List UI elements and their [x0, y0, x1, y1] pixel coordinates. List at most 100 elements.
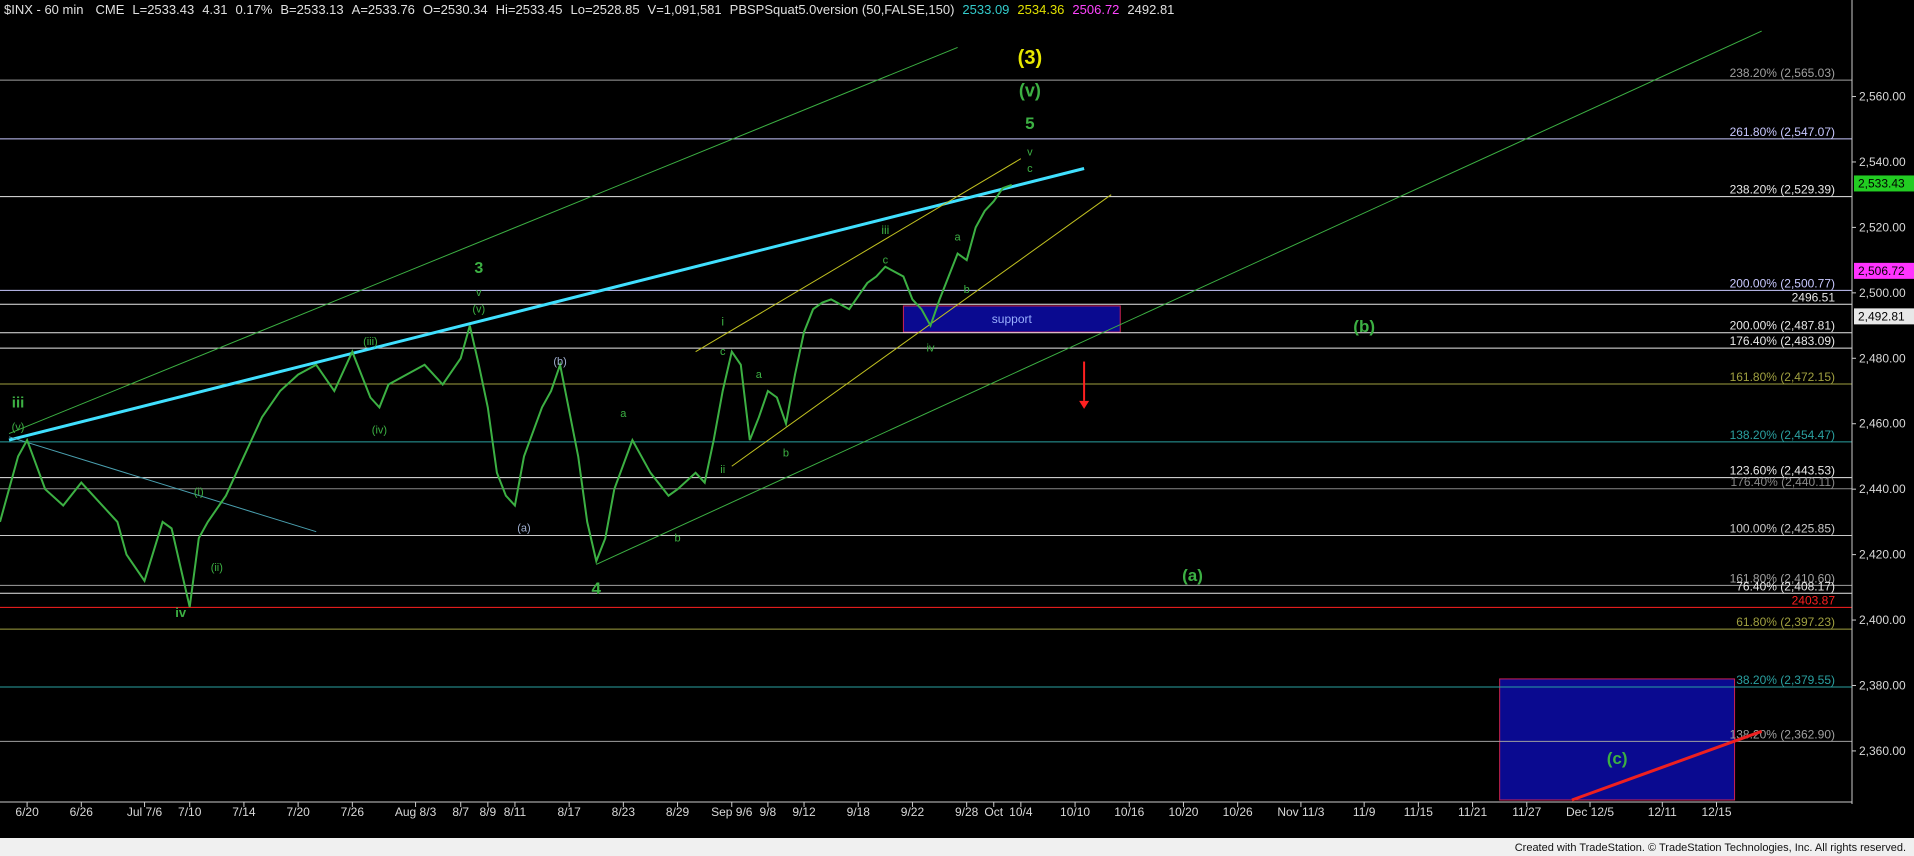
y-tick-label: 2,500.00 [1859, 286, 1906, 300]
y-tick-label: 2,480.00 [1859, 351, 1906, 365]
wave-label: c [883, 254, 889, 266]
x-tick-label: 7/20 [286, 805, 310, 819]
y-tick-label: 2,380.00 [1859, 678, 1906, 692]
elliott-wave-chart: support 238.20% (2,565.03) 261.80% (2,547… [0, 0, 1914, 856]
header-field: V=1,091,581 [648, 2, 722, 17]
x-tick-label: 10/10 [1060, 805, 1090, 819]
fib-label: 138.20% (2,362.90) [1730, 727, 1835, 741]
x-tick-label: 10/16 [1114, 805, 1144, 819]
wave-label: iii [881, 223, 889, 237]
fib-label: 261.80% (2,547.07) [1730, 125, 1835, 139]
x-tick-label: 7/26 [341, 805, 365, 819]
x-tick-label: 9/12 [792, 805, 816, 819]
header-field: Lo=2528.85 [571, 2, 640, 17]
fib-label: 161.80% (2,472.15) [1730, 370, 1835, 384]
wave-label: b [964, 284, 970, 296]
y-tick-label: 2,460.00 [1859, 417, 1906, 431]
x-tick-label: 10/26 [1223, 805, 1253, 819]
fib-label: 76.40% (2,408.17) [1736, 579, 1835, 593]
y-tick-label: 2,560.00 [1859, 90, 1906, 104]
wave-label: a [620, 408, 627, 420]
x-tick-label: 7/14 [232, 805, 256, 819]
x-tick-label: 11/9 [1353, 805, 1376, 819]
wave-label: iv [175, 605, 187, 620]
wave-label: (a) [1182, 566, 1203, 585]
header-field: PBSPSquat5.0version (50,FALSE,150) [730, 2, 955, 17]
wave-label: (b) [553, 356, 566, 368]
wave-label: v [1027, 146, 1033, 158]
header-field: L=2533.43 [132, 2, 194, 17]
header-field: 4.31 [202, 2, 227, 17]
wave-label: (v) [472, 303, 485, 315]
x-tick-label: 10/4 [1009, 805, 1033, 819]
x-tick-label: 8/9 [480, 805, 497, 819]
wave-label: (3) [1018, 47, 1042, 69]
x-tick-label: 6/20 [15, 805, 39, 819]
zone-box [1499, 678, 1736, 801]
wave-label: 3 [474, 260, 483, 277]
wave-label: a [756, 369, 763, 381]
wave-label: b [783, 447, 789, 459]
header-field: 2492.81 [1127, 2, 1174, 17]
y-tick-label: 2,440.00 [1859, 482, 1906, 496]
x-tick-label: 6/26 [70, 805, 94, 819]
x-tick-label: 8/11 [504, 805, 527, 819]
wave-label: (iii) [363, 336, 378, 348]
fib-label: 100.00% (2,425.85) [1730, 521, 1835, 535]
wave-label: (c) [1607, 749, 1628, 768]
x-tick-label: 12/15 [1701, 805, 1731, 819]
wave-label: b [674, 533, 680, 545]
header-field: 2506.72 [1072, 2, 1119, 17]
x-tick-label: 8/29 [666, 805, 690, 819]
x-tick-label: 10/20 [1168, 805, 1198, 819]
y-tick-label: 2,540.00 [1859, 155, 1906, 169]
x-tick-label: 9/22 [901, 805, 925, 819]
x-tick-label: 9/8 [760, 805, 777, 819]
wave-label: (iv) [372, 425, 387, 437]
fib-label: 238.20% (2,565.03) [1730, 66, 1835, 80]
header-field: Hi=2533.45 [496, 2, 563, 17]
fib-label: 2496.51 [1792, 290, 1836, 304]
y-tick-label: 2,520.00 [1859, 220, 1906, 234]
wave-label: ii [720, 464, 725, 476]
header-symbol: $INX - 60 min [4, 2, 83, 17]
x-tick-label: Oct [984, 805, 1003, 819]
fib-label: 176.40% (2,440.11) [1730, 475, 1835, 489]
price-tag-label: 2,492.81 [1858, 309, 1905, 323]
wave-label: 4 [592, 579, 602, 598]
wave-label: c [1027, 163, 1033, 175]
x-tick-label: Jul 7/6 [127, 805, 163, 819]
x-tick-label: Dec 12/5 [1566, 805, 1614, 819]
fib-label: 138.20% (2,454.47) [1730, 428, 1835, 442]
fib-label: 176.40% (2,483.09) [1730, 334, 1835, 348]
price-tag-label: 2,533.43 [1858, 176, 1905, 190]
x-tick-label: Sep 9/6 [711, 805, 753, 819]
wave-label: c [720, 346, 726, 358]
wave-label: (ii) [211, 562, 223, 574]
wave-label: (i) [194, 487, 204, 499]
x-tick-label: 9/18 [847, 805, 871, 819]
header-field: B=2533.13 [280, 2, 343, 17]
wave-label: iii [12, 394, 25, 411]
fib-label: 238.20% (2,529.39) [1730, 183, 1835, 197]
x-tick-label: 8/23 [612, 805, 636, 819]
x-tick-label: 8/7 [452, 805, 469, 819]
wave-label: (b) [1353, 317, 1375, 336]
header-field: 2534.36 [1017, 2, 1064, 17]
wave-label: i [721, 315, 724, 329]
y-tick-label: 2,400.00 [1859, 613, 1906, 627]
header-line: $INX - 60 min CME L=2533.43 4.31 0.17% B=2533… [4, 2, 1174, 17]
x-tick-label: 7/10 [178, 805, 202, 819]
x-tick-label: 11/27 [1512, 805, 1541, 819]
fib-label: 38.20% (2,379.55) [1736, 673, 1835, 687]
x-tick-label: 9/28 [955, 805, 979, 819]
wave-label: v [476, 287, 482, 299]
chart-canvas: support 238.20% (2,565.03) 261.80% (2,547… [0, 0, 1914, 856]
footer-credit: Created with TradeStation. © TradeStatio… [1515, 842, 1906, 854]
wave-label: (v) [1019, 81, 1041, 101]
header-field: 0.17% [236, 2, 273, 17]
y-tick-label: 2,420.00 [1859, 548, 1906, 562]
header-exchange: CME [95, 2, 124, 17]
fib-label: 61.80% (2,397.23) [1736, 615, 1835, 629]
x-tick-label: 11/21 [1458, 805, 1487, 819]
